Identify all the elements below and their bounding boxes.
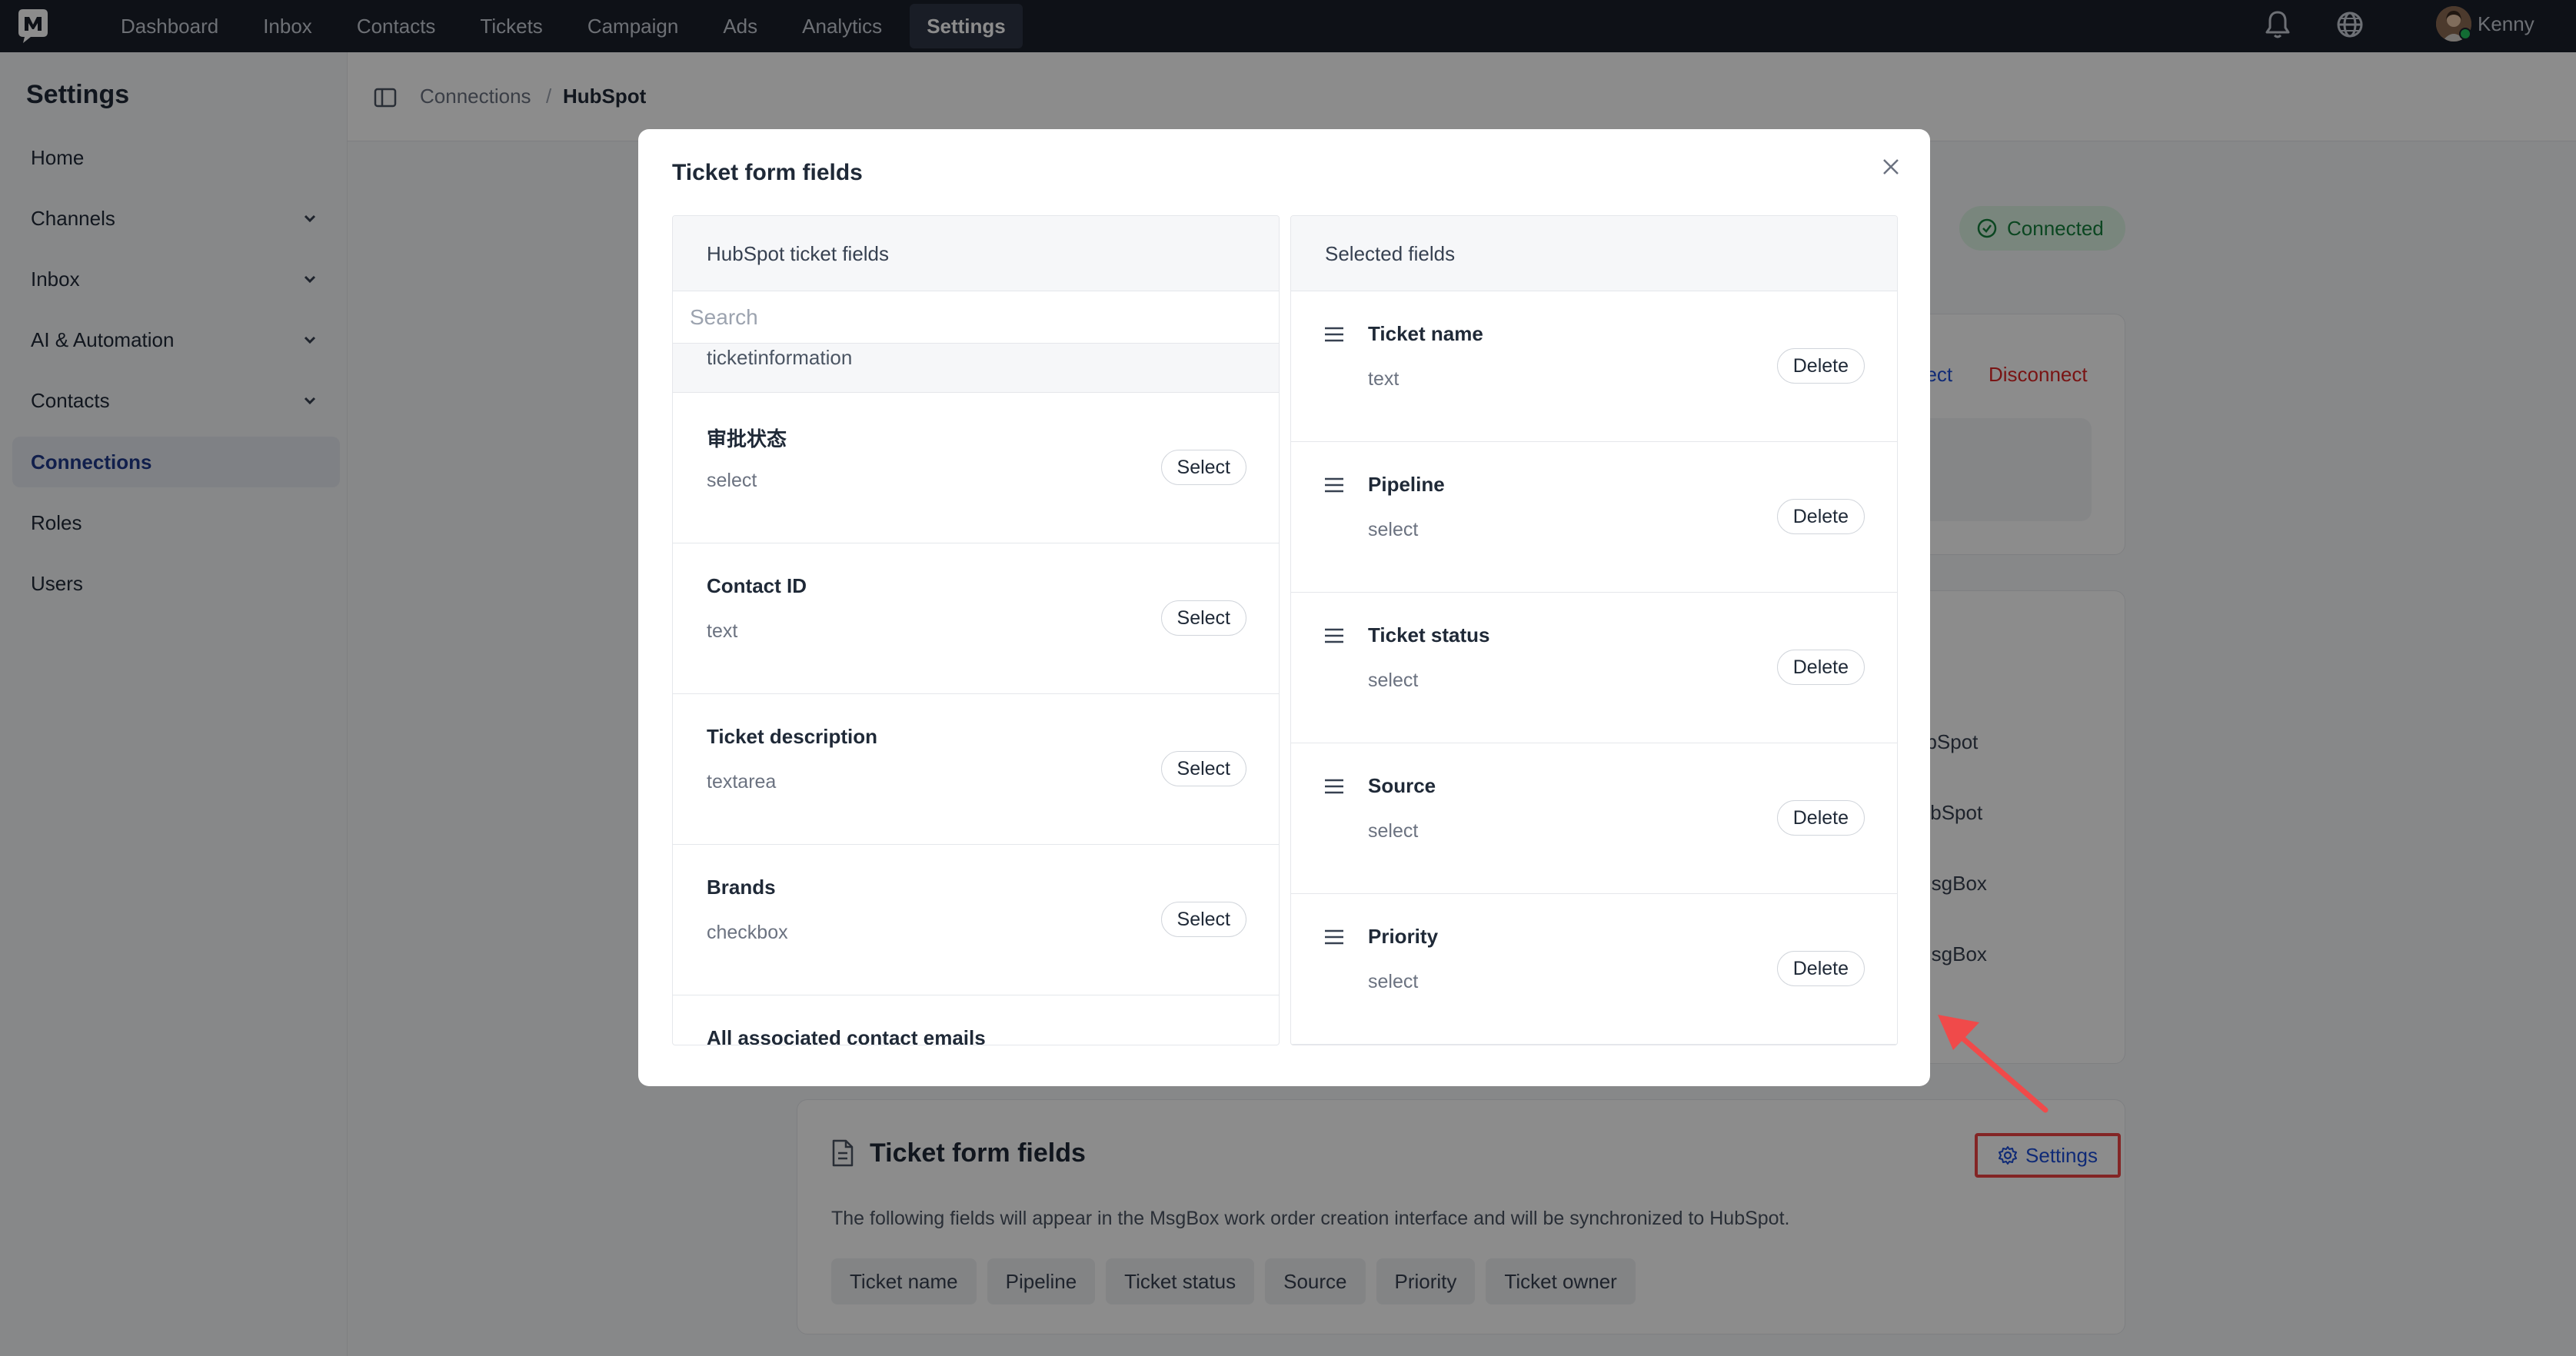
drag-handle-icon[interactable] xyxy=(1323,325,1345,344)
selected-field-row: Pipeline select Delete xyxy=(1291,442,1897,593)
hubspot-fields-column: HubSpot ticket fields ticketinformation … xyxy=(672,215,1280,1045)
select-field-button[interactable]: Select xyxy=(1160,600,1246,636)
available-field-row: All associated contact emails xyxy=(673,995,1279,1045)
available-field-row: 审批状态 select Select xyxy=(673,393,1279,543)
drag-handle-icon[interactable] xyxy=(1323,476,1345,494)
field-name: Source xyxy=(1368,774,1436,797)
field-name: Ticket status xyxy=(1368,623,1490,646)
field-search-input[interactable] xyxy=(673,291,1279,344)
field-type: select xyxy=(1368,670,1419,691)
selected-fields-column: Selected fields Ticket name text Delete … xyxy=(1290,215,1898,1045)
delete-field-button[interactable]: Delete xyxy=(1776,499,1865,534)
field-name: Pipeline xyxy=(1368,473,1445,496)
delete-field-button[interactable]: Delete xyxy=(1776,348,1865,384)
field-name: Ticket name xyxy=(1368,322,1483,345)
selected-field-row: Priority select Delete xyxy=(1291,894,1897,1045)
field-type: checkbox xyxy=(707,922,788,943)
field-type: select xyxy=(1368,519,1419,540)
delete-field-button[interactable]: Delete xyxy=(1776,800,1865,836)
drag-handle-icon[interactable] xyxy=(1323,777,1345,796)
selected-field-row: Source select Delete xyxy=(1291,743,1897,894)
ticket-form-fields-modal: Ticket form fields HubSpot ticket fields… xyxy=(638,129,1930,1086)
field-type: select xyxy=(1368,971,1419,992)
field-name: Brands xyxy=(707,876,776,899)
available-field-row: Brands checkbox Select xyxy=(673,845,1279,995)
drag-handle-icon[interactable] xyxy=(1323,928,1345,946)
field-name: All associated contact emails xyxy=(707,1026,986,1045)
selected-fields-header: Selected fields xyxy=(1291,216,1897,291)
field-name: 审批状态 xyxy=(707,427,787,450)
select-field-button[interactable]: Select xyxy=(1160,751,1246,786)
selected-field-row: Ticket status select Delete xyxy=(1291,593,1897,743)
field-type: text xyxy=(1368,368,1399,390)
drag-handle-icon[interactable] xyxy=(1323,626,1345,645)
field-type: select xyxy=(707,470,757,491)
field-group-header: ticketinformation xyxy=(673,344,1279,393)
delete-field-button[interactable]: Delete xyxy=(1776,951,1865,986)
hubspot-fields-header: HubSpot ticket fields xyxy=(673,216,1279,291)
modal-title: Ticket form fields xyxy=(672,160,863,185)
field-name: Priority xyxy=(1368,925,1439,948)
select-field-button[interactable]: Select xyxy=(1160,450,1246,485)
delete-field-button[interactable]: Delete xyxy=(1776,650,1865,685)
available-field-row: Ticket description textarea Select xyxy=(673,694,1279,845)
annotation-arrow-icon xyxy=(1938,1015,2048,1113)
selected-field-row: Ticket name text Delete xyxy=(1291,291,1897,442)
field-name: Ticket description xyxy=(707,725,878,748)
field-name: Contact ID xyxy=(707,574,807,597)
select-field-button[interactable]: Select xyxy=(1160,902,1246,937)
available-field-row: Contact ID text Select xyxy=(673,543,1279,694)
field-type: text xyxy=(707,620,738,642)
close-icon[interactable] xyxy=(1878,154,1904,180)
field-type: select xyxy=(1368,820,1419,842)
field-type: textarea xyxy=(707,771,777,793)
